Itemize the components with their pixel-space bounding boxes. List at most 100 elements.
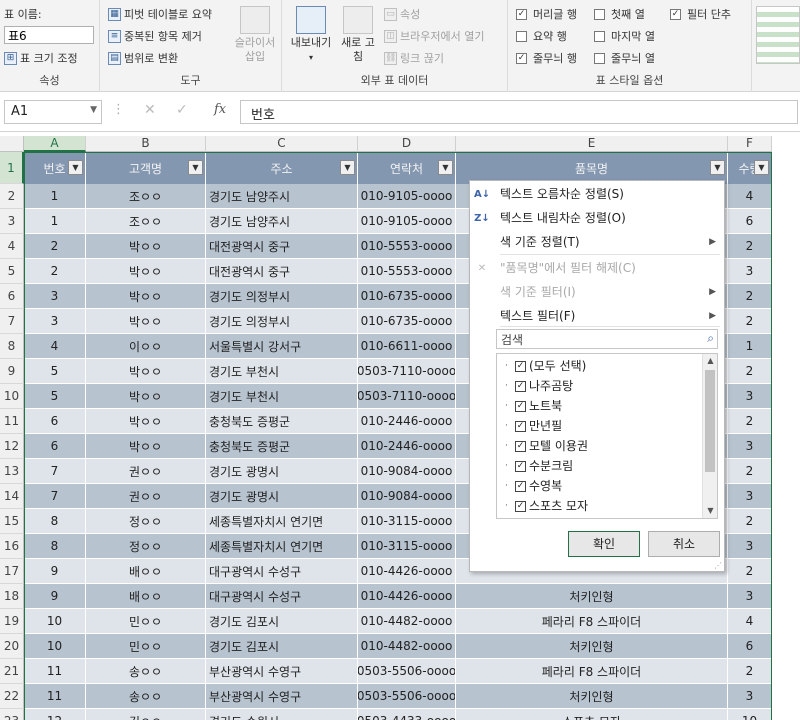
table-cell[interactable]: 경기도 김포시 [206, 634, 358, 659]
name-box[interactable]: A1 ▼ [4, 100, 102, 124]
table-header-cell[interactable]: 번호 ▼ [24, 152, 86, 184]
filter-value-item[interactable]: ·✓쓰레빠 [505, 516, 562, 518]
table-cell[interactable]: 처키인형 [456, 584, 728, 609]
table-cell[interactable]: 010-2446-oooo [358, 409, 456, 434]
filter-button-checkbox[interactable]: ✓ 필터 단추 [670, 6, 731, 22]
row-header-9[interactable]: 9 [0, 359, 24, 384]
table-cell[interactable]: 부산광역시 수영구 [206, 684, 358, 709]
table-cell[interactable]: 대구광역시 수성구 [206, 559, 358, 584]
cancel-entry-button[interactable]: ✕ [144, 102, 156, 118]
table-cell[interactable]: 박ㅇㅇ [86, 259, 206, 284]
table-cell[interactable]: 세종특별자치시 연기면 [206, 509, 358, 534]
filter-menu-item[interactable]: Z↓ 텍스트 내림차순 정렬(O) [470, 207, 724, 231]
filter-value-item[interactable]: · ✓ 노트북 [505, 396, 562, 416]
resize-grip-icon[interactable]: ⋰ [714, 561, 722, 570]
insert-slicer-button[interactable]: 슬라이서 삽입 [232, 6, 278, 64]
table-cell[interactable]: 8 [24, 534, 86, 559]
header-row-checkbox[interactable]: ✓ 머리글 행 [516, 6, 577, 22]
table-cell[interactable]: 6 [728, 209, 772, 234]
row-header-14[interactable]: 14 [0, 484, 24, 509]
table-cell[interactable]: 010-4482-oooo [358, 634, 456, 659]
table-cell[interactable]: 대전광역시 중구 [206, 234, 358, 259]
table-cell[interactable]: 경기도 남양주시 [206, 184, 358, 209]
filter-value-item[interactable]: · ✓ 스포츠 모자 [505, 496, 588, 516]
table-cell[interactable]: 2 [24, 234, 86, 259]
table-cell[interactable]: 3 [728, 484, 772, 509]
table-cell[interactable]: 9 [24, 584, 86, 609]
table-cell[interactable]: 010-3115-oooo [358, 534, 456, 559]
checkbox-checked[interactable]: ✓ [515, 360, 526, 372]
table-cell[interactable]: 권ㅇㅇ [86, 459, 206, 484]
table-cell[interactable]: 3 [728, 684, 772, 709]
resize-table-button[interactable]: ⊞ 표 크기 조정 [4, 50, 78, 66]
row-header-13[interactable]: 13 [0, 459, 24, 484]
table-cell[interactable]: 010-4426-oooo [358, 559, 456, 584]
table-cell[interactable]: 010-6611-oooo [358, 334, 456, 359]
table-cell[interactable]: 대전광역시 중구 [206, 259, 358, 284]
filter-dropdown-icon[interactable]: ▼ [340, 160, 355, 175]
table-cell[interactable]: 경기도 수원시 [206, 709, 358, 720]
filter-values-list[interactable]: ▲ ▼ · ✓ (모두 선택) · ✓ 나주곰탕 · ✓ 노트북 · ✓ 만년필 · ✓ 모텔 이용권 · ✓ 수… [496, 353, 718, 519]
table-header-cell[interactable]: 주소 ▼ [206, 152, 358, 184]
table-cell[interactable]: 김ㅇㅇ [86, 709, 206, 720]
row-header-15[interactable]: 15 [0, 509, 24, 534]
row-header-21[interactable]: 21 [0, 659, 24, 684]
table-cell[interactable]: 페라리 F8 스파이더 [456, 659, 728, 684]
row-header-10[interactable]: 10 [0, 384, 24, 409]
row-header-17[interactable]: 17 [0, 559, 24, 584]
table-cell[interactable]: 0503-5506-oooo [358, 659, 456, 684]
table-cell[interactable]: 박ㅇㅇ [86, 359, 206, 384]
filter-list-scrollbar[interactable]: ▲ ▼ [702, 354, 717, 518]
row-header-20[interactable]: 20 [0, 634, 24, 659]
column-header-a[interactable]: A [24, 136, 86, 152]
table-cell[interactable]: 3 [24, 309, 86, 334]
table-cell[interactable]: 박ㅇㅇ [86, 409, 206, 434]
table-cell[interactable]: 010-6735-oooo [358, 309, 456, 334]
table-cell[interactable]: 010-9084-oooo [358, 459, 456, 484]
table-cell[interactable]: 2 [728, 659, 772, 684]
filter-value-item[interactable]: · ✓ 만년필 [505, 416, 562, 436]
table-cell[interactable]: 010-2446-oooo [358, 434, 456, 459]
table-style-gallery[interactable] [756, 6, 800, 64]
table-cell[interactable]: 경기도 광명시 [206, 459, 358, 484]
checkbox-checked[interactable]: ✓ [515, 420, 526, 432]
row-header-22[interactable]: 22 [0, 684, 24, 709]
table-cell[interactable]: 경기도 부천시 [206, 384, 358, 409]
table-cell[interactable]: 정ㅇㅇ [86, 534, 206, 559]
table-cell[interactable]: 2 [728, 234, 772, 259]
row-header-12[interactable]: 12 [0, 434, 24, 459]
scroll-down-icon[interactable]: ▼ [703, 504, 717, 518]
table-cell[interactable]: 이ㅇㅇ [86, 334, 206, 359]
table-cell[interactable]: 010-5553-oooo [358, 234, 456, 259]
table-cell[interactable]: 조ㅇㅇ [86, 209, 206, 234]
banded-rows-checkbox[interactable]: ✓ 줄무늬 행 [516, 50, 577, 66]
table-cell[interactable]: 2 [728, 509, 772, 534]
row-header-3[interactable]: 3 [0, 209, 24, 234]
table-cell[interactable]: 처키인형 [456, 684, 728, 709]
table-name-input[interactable] [4, 26, 94, 44]
row-header-11[interactable]: 11 [0, 409, 24, 434]
table-cell[interactable]: 6 [24, 434, 86, 459]
refresh-button[interactable]: 새로 고침 [338, 6, 378, 64]
select-all-corner[interactable] [0, 136, 24, 152]
checkbox-checked[interactable]: ✓ [515, 400, 526, 412]
table-cell[interactable]: 부산광역시 수영구 [206, 659, 358, 684]
table-cell[interactable]: 박ㅇㅇ [86, 284, 206, 309]
table-cell[interactable]: 3 [24, 284, 86, 309]
filter-menu-item[interactable]: 색 기준 필터(I) ▶ [470, 281, 724, 305]
filter-menu-item[interactable]: A↓ 텍스트 오름차순 정렬(S) [470, 183, 724, 207]
table-cell[interactable]: 010-4482-oooo [358, 609, 456, 634]
table-cell[interactable]: 2 [728, 359, 772, 384]
checkbox-checked[interactable]: ✓ [515, 480, 526, 492]
filter-dropdown-icon[interactable]: ▼ [68, 160, 83, 175]
table-cell[interactable]: 박ㅇㅇ [86, 309, 206, 334]
row-header-23[interactable]: 23 [0, 709, 24, 720]
table-cell[interactable]: 페라리 F8 스파이더 [456, 609, 728, 634]
table-cell[interactable]: 충청북도 증평군 [206, 434, 358, 459]
table-cell[interactable]: 4 [728, 609, 772, 634]
table-cell[interactable]: 1 [24, 209, 86, 234]
table-cell[interactable]: 2 [24, 259, 86, 284]
table-cell[interactable]: 서울특별시 강서구 [206, 334, 358, 359]
table-cell[interactable]: 6 [24, 409, 86, 434]
filter-value-item[interactable]: · ✓ 모텔 이용권 [505, 436, 588, 456]
